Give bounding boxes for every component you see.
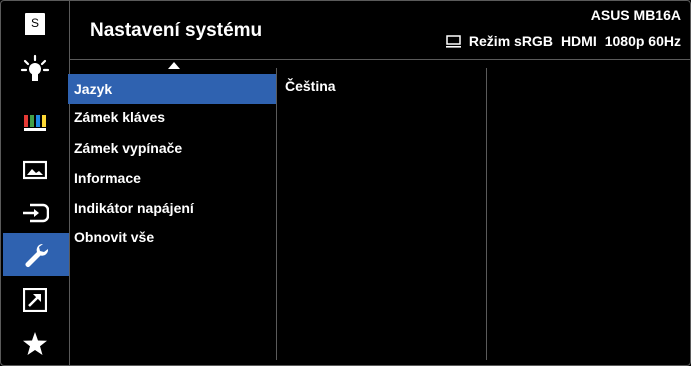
column-divider-1	[276, 68, 277, 360]
sidebar-item-splendid[interactable]: S	[4, 4, 66, 44]
system-setup-icon	[25, 243, 49, 267]
input-status: HDMI	[560, 33, 597, 49]
menu-item-information[interactable]: Informace	[68, 163, 276, 193]
sidebar-item-favorite[interactable]	[4, 324, 66, 364]
mode-status: Režim sRGB	[468, 33, 553, 49]
monitor-model: ASUS MB16A	[590, 7, 681, 23]
myfavorite-star-icon	[23, 332, 47, 355]
sidebar-item-input[interactable]	[4, 193, 66, 233]
image-icon	[23, 160, 47, 180]
menu-item-power-key-lock[interactable]: Zámek vypínače	[68, 133, 276, 163]
resolution-status: 1080p 60Hz	[604, 33, 681, 49]
menu-item-language[interactable]: Jazyk	[68, 74, 276, 104]
scroll-up-icon[interactable]	[168, 62, 180, 69]
status-line: Režim sRGB HDMI 1080p 60Hz	[445, 33, 681, 49]
svg-text:S: S	[31, 16, 39, 30]
osd-header: Nastavení systému ASUS MB16A Režim sRGB …	[70, 0, 691, 60]
language-option[interactable]: Čeština	[285, 78, 336, 94]
input-select-icon	[23, 203, 49, 223]
sidebar-item-color[interactable]	[4, 102, 66, 142]
sidebar-item-system-setup[interactable]	[3, 233, 69, 276]
monitor-icon	[445, 35, 461, 48]
menu-item-key-lock[interactable]: Zámek kláves	[68, 102, 276, 132]
sidebar-item-image[interactable]	[4, 150, 66, 190]
shortcut-icon	[23, 288, 47, 312]
color-icon	[24, 115, 46, 131]
sidebar-item-blue-light[interactable]	[4, 49, 66, 89]
sidebar-item-shortcut[interactable]	[4, 280, 66, 320]
menu-item-reset-all[interactable]: Obnovit vše	[68, 222, 276, 252]
osd-window: S Nastavení systému ASUS MB16A Režim sRG…	[0, 0, 691, 366]
blue-light-filter-icon	[20, 54, 50, 81]
icon-sidebar: S	[0, 0, 70, 366]
menu-item-power-indicator[interactable]: Indikátor napájení	[68, 193, 276, 223]
page-title: Nastavení systému	[90, 20, 263, 41]
column-divider-2	[486, 68, 487, 360]
splendid-s-icon: S	[25, 13, 45, 35]
